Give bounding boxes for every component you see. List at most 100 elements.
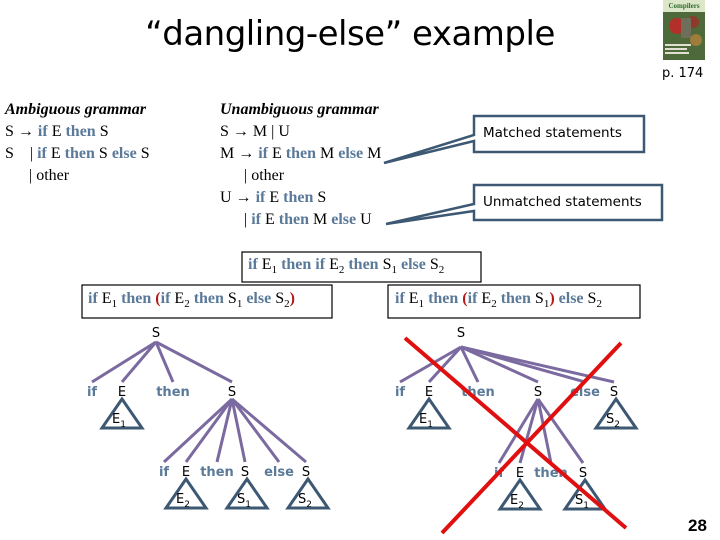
unambiguous-rule: S → M | U xyxy=(220,121,381,143)
subscript: 2 xyxy=(438,264,445,277)
slide-title: “dangling-else” example xyxy=(0,14,720,54)
symbol: E xyxy=(257,256,272,273)
keyword: else xyxy=(242,290,272,307)
left-inner-nonterminal-node-S: S xyxy=(302,465,310,480)
subtree-triangle xyxy=(224,476,270,510)
keyword: else xyxy=(331,211,357,228)
subtree-label: E1 xyxy=(112,412,126,430)
symbol: E xyxy=(404,290,419,307)
tree-edge xyxy=(230,398,281,463)
svg-text:Compilers: Compilers xyxy=(668,2,699,10)
left-inner-keyword-node-then: then xyxy=(200,465,234,480)
tree-edge xyxy=(154,341,175,383)
grammar-symbol: S xyxy=(136,145,150,162)
grammar-symbol: U xyxy=(356,211,372,228)
parenthesis: ) xyxy=(289,290,295,307)
ambiguous-rule: S | if E then S else S xyxy=(5,143,150,165)
unambiguous-grammar: Unambiguous grammar S → M | U M → if E th… xyxy=(220,99,381,231)
tree-edge xyxy=(231,397,307,464)
tree-edge xyxy=(497,398,540,464)
grammar-symbol: | xyxy=(220,211,252,228)
left-nonterminal-node-S: S xyxy=(228,385,236,400)
page-reference: p. 174 xyxy=(662,66,704,81)
subtree-triangle xyxy=(562,477,608,511)
unambiguous-rule: M → if E then M else M xyxy=(220,143,381,165)
subtree-triangle xyxy=(497,477,543,511)
right-inner-keyword-node-if: if xyxy=(494,466,504,481)
subtree-label: S1 xyxy=(237,492,251,510)
subtree-triangle xyxy=(593,396,639,430)
ambiguous-grammar: Ambiguous grammar S → if E then SS | if … xyxy=(5,99,150,187)
ambiguous-rule: | other xyxy=(5,165,150,187)
keyword: if xyxy=(37,123,48,140)
left-tree-root: S xyxy=(152,326,160,341)
subtree-label: S2 xyxy=(606,412,620,430)
tree-edge xyxy=(536,398,553,464)
tree-edge xyxy=(427,345,463,384)
subtree-label: E1 xyxy=(419,412,433,430)
keyword: if xyxy=(395,290,405,307)
tree-edge xyxy=(460,345,615,384)
tree-edge xyxy=(215,398,234,463)
reject-cross-line xyxy=(403,336,628,530)
right-e2-subtree: E2 xyxy=(497,477,543,511)
subtree-label: S2 xyxy=(298,492,312,510)
tree-edge xyxy=(120,341,158,383)
right-inner-nonterminal-node-E: E xyxy=(516,466,524,481)
unambiguous-rule: | other xyxy=(220,165,381,187)
keyword: then if xyxy=(277,256,326,273)
grammar-symbol: S | xyxy=(5,145,38,162)
unambiguous-rule: U → if E then S xyxy=(220,187,381,209)
right-inner-keyword-node-then: then xyxy=(534,466,568,481)
tree-edge xyxy=(399,345,462,384)
symbol: S xyxy=(378,256,392,273)
tree-edge xyxy=(518,398,540,464)
grammar-symbol: M xyxy=(363,145,382,162)
right-e1-subtree: E1 xyxy=(406,396,452,430)
left-nonterminal-node-E: E xyxy=(118,385,126,400)
grammar-symbol: M xyxy=(316,145,339,162)
symbol: S xyxy=(223,290,237,307)
slide-title-text: “dangling-else” example xyxy=(145,14,555,54)
symbol: E xyxy=(325,256,339,273)
keyword: else xyxy=(396,256,426,273)
right-keyword-node-else: else xyxy=(570,385,600,400)
subtree-triangle xyxy=(285,476,331,510)
symbol: S xyxy=(425,256,439,273)
tree-edge xyxy=(162,397,234,464)
subtree-triangle xyxy=(406,396,452,430)
right-nonterminal-node-S: S xyxy=(534,385,542,400)
subtree-label: E2 xyxy=(510,493,524,511)
unambiguous-grammar-heading: Unambiguous grammar xyxy=(220,101,379,118)
book-cover-image: Compilers xyxy=(663,0,705,60)
keyword: else xyxy=(338,145,364,162)
grammar-symbol: E xyxy=(47,123,66,140)
tree-edge xyxy=(460,345,539,384)
keyword: else xyxy=(554,290,584,307)
matched-statements-label: Matched statements xyxy=(483,125,622,141)
left-keyword-node-then: then xyxy=(156,385,190,400)
keyword: if xyxy=(251,211,261,228)
tree-edge xyxy=(184,398,234,463)
keyword: then xyxy=(424,290,463,307)
right-keyword-node-if: if xyxy=(395,385,405,400)
keyword: if xyxy=(160,290,171,307)
grammar-symbol: S xyxy=(95,123,109,140)
keyword: if xyxy=(255,189,266,206)
tree-edge xyxy=(460,345,586,384)
left-s2-subtree: S2 xyxy=(285,476,331,510)
keyword: then xyxy=(117,290,156,307)
symbol: S xyxy=(583,290,597,307)
keyword: then xyxy=(283,189,314,206)
keyword: then xyxy=(189,290,224,307)
symbol: S xyxy=(530,290,544,307)
keyword: then xyxy=(496,290,531,307)
reject-cross-line xyxy=(440,341,623,535)
grammar-symbol: S xyxy=(94,145,112,162)
grammar-symbol: | other xyxy=(220,167,285,184)
grammar-symbol: M xyxy=(309,211,332,228)
right-nonterminal-node-E: E xyxy=(425,385,433,400)
subtree-label: S1 xyxy=(575,493,589,511)
left-inner-nonterminal-node-E: E xyxy=(182,465,190,480)
grammar-symbol: E xyxy=(260,211,279,228)
